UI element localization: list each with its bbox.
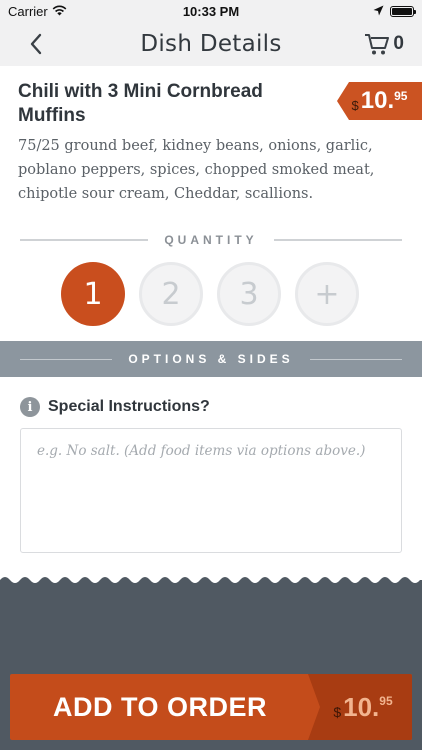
cart-icon bbox=[365, 34, 390, 55]
divider bbox=[309, 358, 403, 360]
divider bbox=[20, 358, 113, 360]
special-instructions-section: i Special Instructions? bbox=[0, 377, 422, 583]
quantity-option-3[interactable]: 3 bbox=[217, 262, 281, 326]
price-tag: $ 10. 95 bbox=[337, 82, 422, 120]
add-to-order-button[interactable]: ADD TO ORDER $ 10. 95 bbox=[10, 674, 412, 740]
price-cents: 95 bbox=[394, 89, 408, 103]
quantity-more-button[interactable]: + bbox=[295, 262, 359, 326]
cart-button[interactable]: 0 bbox=[364, 28, 404, 60]
divider bbox=[20, 239, 149, 241]
add-price-main: 10. bbox=[343, 691, 380, 722]
quantity-label: QUANTITY bbox=[164, 233, 258, 247]
dish-description: 75/25 ground beef, kidney beans, onions,… bbox=[18, 138, 375, 202]
dish-card: Chili with 3 Mini Cornbread Muffins $ 10… bbox=[0, 66, 422, 341]
back-button[interactable] bbox=[20, 28, 52, 60]
battery-icon bbox=[390, 5, 416, 17]
status-time: 10:33 PM bbox=[182, 3, 240, 19]
quantity-option-2[interactable]: 2 bbox=[139, 262, 203, 326]
quantity-selector: 1 2 3 + bbox=[61, 262, 359, 326]
info-icon: i bbox=[20, 397, 40, 417]
nav-bar: Dish Details 0 bbox=[0, 22, 422, 66]
price-main: 10. bbox=[360, 87, 395, 114]
add-to-order-label: ADD TO ORDER bbox=[52, 691, 267, 722]
add-price-currency: $ bbox=[333, 704, 342, 720]
quantity-option-1[interactable]: 1 bbox=[61, 262, 125, 326]
quantity-header: QUANTITY bbox=[20, 230, 402, 250]
special-instructions-input[interactable] bbox=[20, 428, 402, 553]
dish-name: Chili with 3 Mini Cornbread Muffins bbox=[18, 81, 263, 126]
chevron-left-icon bbox=[30, 33, 42, 55]
add-price-cents: 95 bbox=[379, 694, 393, 708]
special-instructions-header: i Special Instructions? bbox=[20, 397, 210, 417]
special-instructions-title: Special Instructions? bbox=[48, 398, 210, 415]
add-to-order-price: $ 10. 95 bbox=[308, 674, 412, 740]
cart-count: 0 bbox=[393, 33, 404, 54]
options-sides-label: OPTIONS & SIDES bbox=[128, 352, 294, 366]
options-sides-bar[interactable]: OPTIONS & SIDES bbox=[0, 341, 422, 377]
page-title: Dish Details bbox=[140, 31, 282, 57]
price-currency: $ bbox=[351, 97, 359, 113]
status-bar: Carrier 10:33 PM bbox=[0, 0, 422, 22]
divider bbox=[273, 239, 402, 241]
